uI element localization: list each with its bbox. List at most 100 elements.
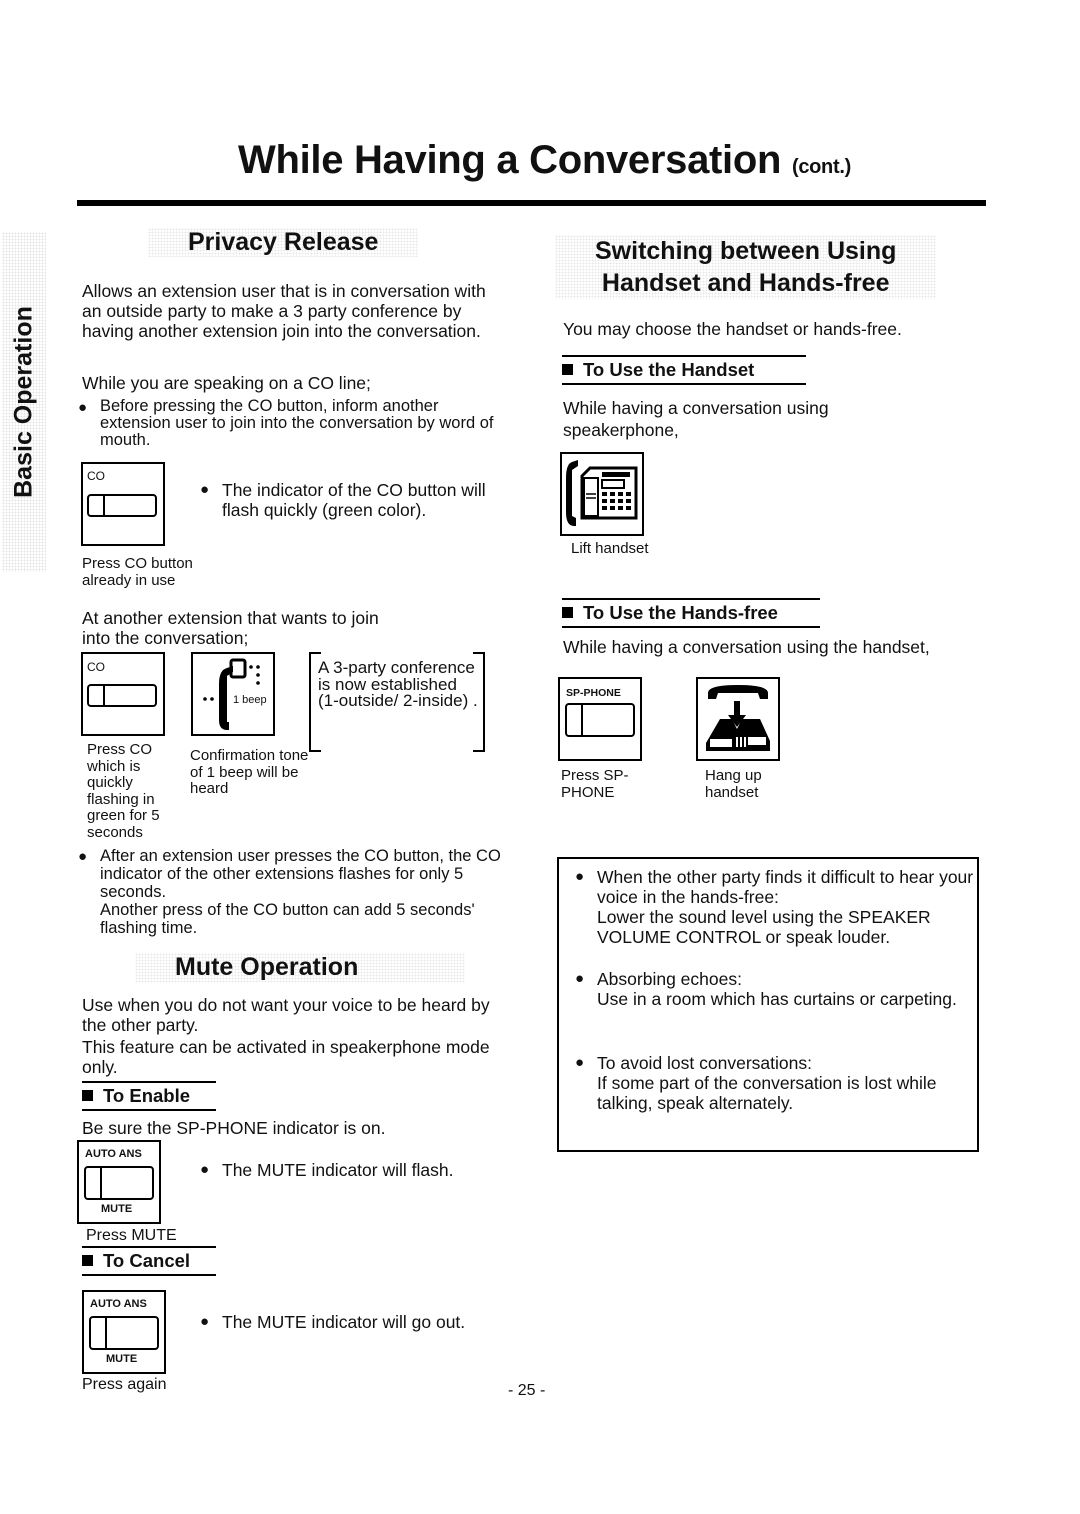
lift-handset-icon	[560, 452, 644, 536]
to-use-handsfree-label: To Use the Hands-free	[583, 602, 778, 623]
bullet-icon: ●	[200, 481, 210, 498]
enable-lead: Be sure the SP-PHONE indicator is on.	[82, 1118, 386, 1138]
switching-heading: Switching between Using Handset and Hand…	[555, 235, 937, 299]
beep-label: 1 beep	[233, 694, 267, 706]
side-tab: Basic Operation	[2, 232, 46, 572]
note-text: When the other party finds it difficult …	[597, 867, 975, 947]
hang-up-handset-icon	[696, 677, 780, 761]
to-use-handset-label: To Use the Handset	[583, 359, 755, 380]
bullet-text: The indicator of the CO button will flas…	[222, 480, 486, 520]
bullet-text-wrap: After an extension user presses the CO b…	[100, 847, 508, 937]
press-sp-phone-caption: Press SP-PHONE	[561, 767, 629, 801]
co-key	[87, 684, 157, 707]
square-bullet-icon	[82, 1255, 93, 1266]
sp-phone-key	[565, 703, 635, 737]
lift-handset-caption: Lift handset	[571, 540, 649, 557]
privacy-lead-2: At another extension that wants to join …	[82, 608, 379, 648]
mute-key	[84, 1166, 154, 1200]
sp-phone-label: SP-PHONE	[566, 687, 621, 699]
privacy-release-heading: Privacy Release	[148, 228, 419, 257]
note-item: ● Absorbing echoes: Use in a room which …	[575, 969, 975, 1009]
square-bullet-icon	[562, 607, 573, 618]
bullet-icon: ●	[575, 1054, 585, 1071]
side-tab-label: Basic Operation	[9, 306, 38, 498]
auto-ans-label: AUTO ANS	[85, 1148, 142, 1160]
step1-note: ● The indicator of the CO button will fl…	[200, 480, 500, 520]
to-cancel-heading: To Cancel	[82, 1246, 216, 1276]
privacy-bullet-1: ● Before pressing the CO button, inform …	[78, 398, 498, 449]
square-bullet-icon	[82, 1090, 93, 1101]
co-button-icon: CO	[81, 462, 165, 546]
note-title: Absorbing echoes:	[597, 969, 742, 989]
cancel-note: ● The MUTE indicator will go out.	[200, 1312, 480, 1332]
cancel-caption: Press again	[82, 1376, 167, 1393]
mute-lamp	[86, 1168, 102, 1198]
bullet-icon: ●	[200, 1161, 210, 1178]
switching-heading-line2: Handset and Hands-free	[601, 269, 890, 297]
bullet-text: Another press of the CO button can add 5…	[100, 901, 475, 937]
co-button-label: CO	[87, 660, 105, 674]
bullet-text: The MUTE indicator will go out.	[222, 1312, 466, 1332]
enable-caption: Press MUTE	[86, 1227, 177, 1244]
auto-ans-label: AUTO ANS	[90, 1298, 147, 1310]
mute-intro-1: Use when you do not want your voice to b…	[82, 995, 490, 1035]
title-rule	[77, 200, 986, 206]
mute-button-icon-2: AUTO ANS MUTE	[82, 1290, 166, 1374]
handset-beep-icon: 1 beep	[191, 652, 275, 736]
to-use-handset-heading: To Use the Handset	[562, 355, 806, 385]
note-item: ● To avoid lost conversations: If some p…	[575, 1053, 975, 1113]
mute-button-icon: AUTO ANS MUTE	[77, 1140, 161, 1224]
to-use-handsfree-heading: To Use the Hands-free	[562, 598, 820, 628]
telephone-icon	[566, 460, 638, 526]
hang-up-icon	[706, 685, 770, 751]
enable-note: ● The MUTE indicator will flash.	[200, 1160, 500, 1180]
to-cancel-label: To Cancel	[103, 1250, 191, 1271]
bullet-text: The MUTE indicator will flash.	[222, 1160, 454, 1180]
co-lamp	[89, 686, 105, 705]
switching-intro: You may choose the handset or hands-free…	[563, 319, 902, 339]
note-text: To avoid lost conversations: If some par…	[597, 1053, 975, 1113]
co-button-label: CO	[87, 469, 105, 483]
step2-caption: Press CO which is quickly flashing in gr…	[87, 741, 160, 841]
page-title-text: While Having a Conversation	[238, 138, 782, 182]
bullet-text: Before pressing the CO button, inform an…	[100, 397, 494, 449]
mute-intro-2: This feature can be activated in speaker…	[82, 1037, 490, 1077]
note-title: To avoid lost conversations:	[597, 1053, 812, 1073]
sp-phone-button-icon: SP-PHONE	[558, 677, 642, 761]
switching-heading-line1: Switching between Using	[595, 237, 897, 265]
step1-caption: Press CO button already in use	[82, 555, 193, 589]
note-title: When the other party finds it difficult …	[597, 867, 974, 907]
bullet-icon: ●	[575, 868, 585, 885]
co-button-icon-2: CO	[81, 652, 165, 736]
to-enable-label: To Enable	[103, 1085, 191, 1106]
to-enable-heading: To Enable	[82, 1081, 216, 1111]
bullet-icon: ●	[575, 970, 585, 987]
privacy-lead: While you are speaking on a CO line;	[82, 373, 371, 393]
mute-key	[89, 1316, 159, 1350]
conference-result: A 3-party conference is now established …	[318, 658, 478, 710]
page-title-suffix: (cont.)	[791, 156, 851, 178]
handsfree-lead: While having a conversation using the ha…	[563, 637, 930, 657]
bullet-icon: ●	[78, 848, 88, 865]
page-number: - 25 -	[508, 1382, 546, 1399]
privacy-intro: Allows an extension user that is in conv…	[82, 281, 486, 341]
step3-caption: Confirmation tone of 1 beep will be hear…	[190, 747, 309, 797]
privacy-bullet-2: ● After an extension user presses the CO…	[78, 847, 508, 937]
bullet-text: After an extension user presses the CO b…	[100, 847, 501, 901]
note-body: Lower the sound level using the SPEAKER …	[597, 907, 931, 947]
handset-lead: While having a conversation using speake…	[563, 398, 829, 440]
mute-lamp	[91, 1318, 107, 1348]
page-title: While Having a Conversation (cont.)	[238, 138, 851, 183]
mute-label: MUTE	[106, 1353, 138, 1365]
note-text: Absorbing echoes: Use in a room which ha…	[597, 969, 957, 1009]
note-body: If some part of the conversation is lost…	[597, 1073, 937, 1113]
mute-operation-heading: Mute Operation	[135, 953, 465, 982]
co-key	[87, 494, 157, 517]
note-body: Use in a room which has curtains or carp…	[597, 989, 957, 1009]
note-item: ● When the other party finds it difficul…	[575, 867, 975, 947]
square-bullet-icon	[562, 364, 573, 375]
mute-label: MUTE	[101, 1203, 133, 1215]
hands-free-notes-box: ● When the other party finds it difficul…	[557, 857, 979, 1152]
sp-phone-lamp	[567, 705, 583, 735]
hang-up-caption: Hang up handset	[705, 767, 762, 801]
